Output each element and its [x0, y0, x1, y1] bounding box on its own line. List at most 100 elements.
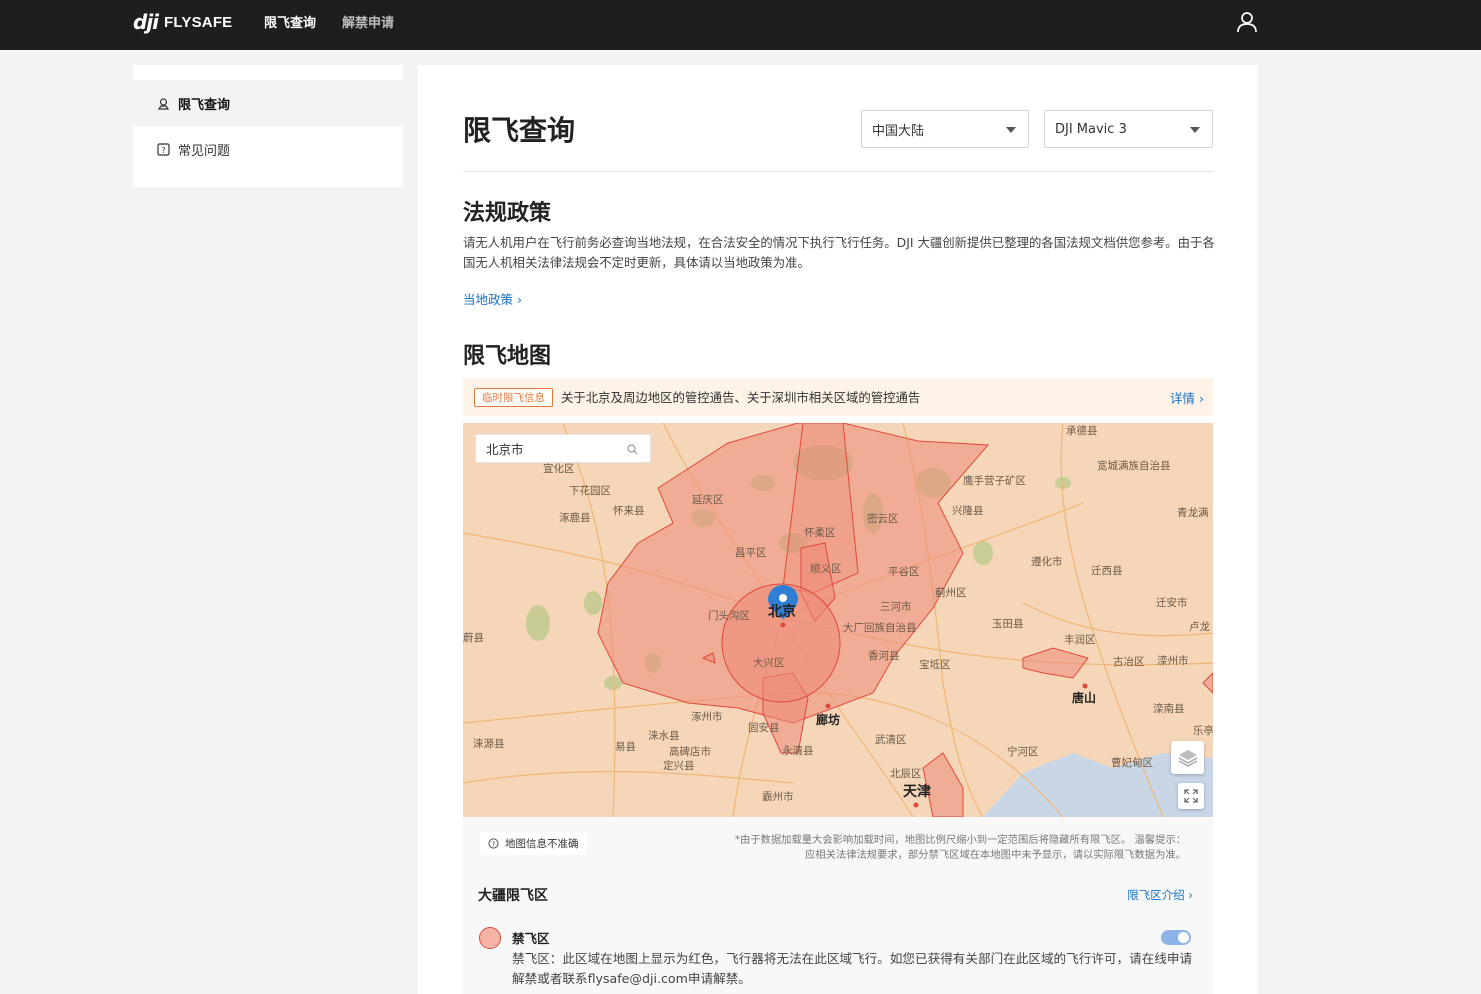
dji-logo-mark: dji	[133, 10, 159, 34]
map-label: 涞水县	[648, 730, 680, 742]
page-title: 限飞查询	[463, 114, 576, 147]
map-label: 滦南县	[1153, 703, 1185, 715]
drone-model-select[interactable]: DJI Mavic 3	[1044, 110, 1213, 148]
map-section-title: 限飞地图	[463, 344, 552, 369]
report-inaccurate-button[interactable]: ? 地图信息不准确	[480, 832, 587, 855]
top-navbar: dji FLYSAFE 限飞查询 解禁申请	[0, 0, 1481, 50]
map-label: 定兴县	[663, 760, 695, 772]
map-label: 涿州市	[691, 711, 723, 723]
fullscreen-icon	[1184, 789, 1198, 803]
notice-details-link[interactable]: 详情 ›	[1170, 388, 1204, 407]
map-label: 宝坻区	[919, 659, 951, 671]
map-label: 滦州市	[1157, 655, 1189, 667]
sidebar-item-faq[interactable]: ? 常见问题	[133, 126, 403, 172]
map-search-value: 北京市	[486, 442, 524, 457]
user-icon[interactable]	[1236, 11, 1258, 33]
region-select[interactable]: 中国大陆	[861, 110, 1029, 148]
no-fly-zone-legend-icon	[479, 927, 501, 949]
notice-details-label: 详情	[1170, 390, 1196, 406]
dji-zones-title: 大疆限飞区	[478, 888, 548, 904]
map-fullscreen-button[interactable]	[1178, 783, 1204, 809]
main-content: 限飞查询 中国大陆 DJI Mavic 3 法规政策 请无人机用户在飞行前务必查…	[418, 65, 1258, 994]
map-label: 蓟州区	[935, 587, 967, 599]
map-label: 卢龙	[1189, 621, 1210, 633]
question-circle-icon: ?	[488, 838, 499, 849]
map-label: 天津	[903, 784, 931, 800]
map-label: 香河县	[868, 650, 900, 662]
sidebar-item-label: 常见问题	[178, 143, 231, 159]
chevron-right-icon: ›	[517, 292, 522, 307]
restriction-map[interactable]: 承德县 宣化区 宽城满族自治县 下花园区 鹰手营子矿区 涿鹿县 怀来县 延庆区 …	[463, 423, 1213, 817]
policy-description: 请无人机用户在飞行前务必查询当地法规，在合法安全的情况下执行飞行任务。DJI 大…	[463, 235, 1215, 270]
map-disclaimer: *由于数据加载量大会影响加载时间，地图比例尺缩小到一定范围后将隐藏所有限飞区。 …	[666, 833, 1186, 863]
restricted-flight-icon	[157, 97, 170, 110]
map-label: 大兴区	[753, 657, 785, 669]
map-label: 青龙满	[1177, 507, 1209, 519]
zones-intro-link[interactable]: 限飞区介绍 ›	[1127, 887, 1193, 903]
sidebar: 限飞查询 ? 常见问题	[133, 65, 403, 187]
nav-unlock-application[interactable]: 解禁申请	[342, 12, 394, 31]
map-label: 承德县	[1066, 425, 1098, 437]
svg-text:?: ?	[492, 840, 496, 848]
local-policy-link-label: 当地政策	[463, 292, 514, 307]
map-label: 三河市	[880, 601, 912, 613]
sidebar-item-label: 限飞查询	[178, 97, 231, 113]
map-label: 延庆区	[692, 494, 724, 506]
map-label: 大厂回族自治县	[843, 622, 917, 634]
map-label: 玉田县	[992, 618, 1024, 630]
disclaimer-line-1: *由于数据加载量大会影响加载时间，地图比例尺缩小到一定范围后将隐藏所有限飞区。 …	[734, 834, 1186, 846]
map-label: 昌平区	[735, 547, 767, 559]
map-label: 遵化市	[1031, 556, 1063, 568]
title-divider	[463, 171, 1213, 172]
zone-name: 禁飞区	[512, 931, 550, 946]
map-label: 唐山	[1072, 691, 1097, 705]
map-label: 迁安市	[1156, 597, 1188, 609]
region-select-value: 中国大陆	[872, 123, 925, 139]
map-label: 北辰区	[890, 768, 922, 780]
map-label: 顺义区	[810, 563, 842, 575]
dji-flysafe-logo[interactable]: dji FLYSAFE	[133, 10, 233, 34]
local-policy-link[interactable]: 当地政策 ›	[463, 289, 522, 308]
disclaimer-line-2: 应相关法律法规要求，部分禁飞区域在本地图中未予显示，请以实际限飞数据为准。	[805, 849, 1186, 861]
svg-text:?: ?	[161, 146, 165, 155]
map-label: 高碑店市	[669, 746, 711, 758]
chevron-down-icon	[1006, 127, 1016, 133]
notice-badge: 临时限飞信息	[474, 387, 553, 407]
search-icon[interactable]	[627, 444, 638, 455]
map-label: 迁西县	[1091, 565, 1123, 577]
sidebar-item-restricted-query[interactable]: 限飞查询	[133, 80, 403, 126]
map-layers-button[interactable]	[1171, 741, 1204, 774]
map-label: 涞源县	[473, 738, 505, 750]
map-label: 宣化区	[543, 463, 575, 475]
zone-description: 禁飞区：此区域在地图上显示为红色，飞行器将无法在此区域飞行。如您已获得有关部门在…	[512, 951, 1193, 986]
map-footer: ? 地图信息不准确 *由于数据加载量大会影响加载时间，地图比例尺缩小到一定范围后…	[463, 817, 1213, 994]
map-label: 密云区	[867, 513, 899, 525]
map-label: 兴隆县	[952, 505, 984, 517]
notice-text: 关于北京及周边地区的管控通告、关于深圳市相关区域的管控通告	[561, 390, 921, 405]
map-label: 宽城满族自治县	[1097, 460, 1171, 472]
map-search-input[interactable]: 北京市	[475, 434, 651, 463]
nav-restricted-query[interactable]: 限飞查询	[264, 12, 316, 31]
map-label: 平谷区	[888, 566, 920, 578]
map-label: 怀柔区	[804, 527, 836, 539]
policy-section-title: 法规政策	[463, 201, 552, 226]
flysafe-logo-text: FLYSAFE	[164, 13, 233, 31]
layers-icon	[1178, 749, 1197, 767]
map-label: 乐亭	[1193, 725, 1213, 737]
map-label: 霸州市	[762, 791, 794, 803]
zones-intro-label: 限飞区介绍	[1127, 888, 1185, 902]
map-label: 下花园区	[569, 485, 611, 497]
map-label: 固安县	[748, 722, 780, 734]
map-label: 古冶区	[1113, 656, 1145, 668]
map-label: 门头沟区	[708, 610, 750, 622]
map-label: 涿鹿县	[559, 512, 591, 524]
temporary-restriction-notice: 临时限飞信息 关于北京及周边地区的管控通告、关于深圳市相关区域的管控通告 详情 …	[463, 378, 1213, 416]
map-label: 永清县	[782, 745, 814, 757]
map-label: 丰润区	[1064, 634, 1096, 646]
map-label: 鹰手营子矿区	[963, 475, 1026, 487]
map-label: 蔚县	[463, 632, 484, 644]
map-label: 曹妃甸区	[1111, 757, 1153, 769]
map-label: 易县	[615, 741, 636, 753]
model-select-value: DJI Mavic 3	[1055, 121, 1127, 137]
no-fly-zone-toggle[interactable]	[1161, 930, 1191, 945]
